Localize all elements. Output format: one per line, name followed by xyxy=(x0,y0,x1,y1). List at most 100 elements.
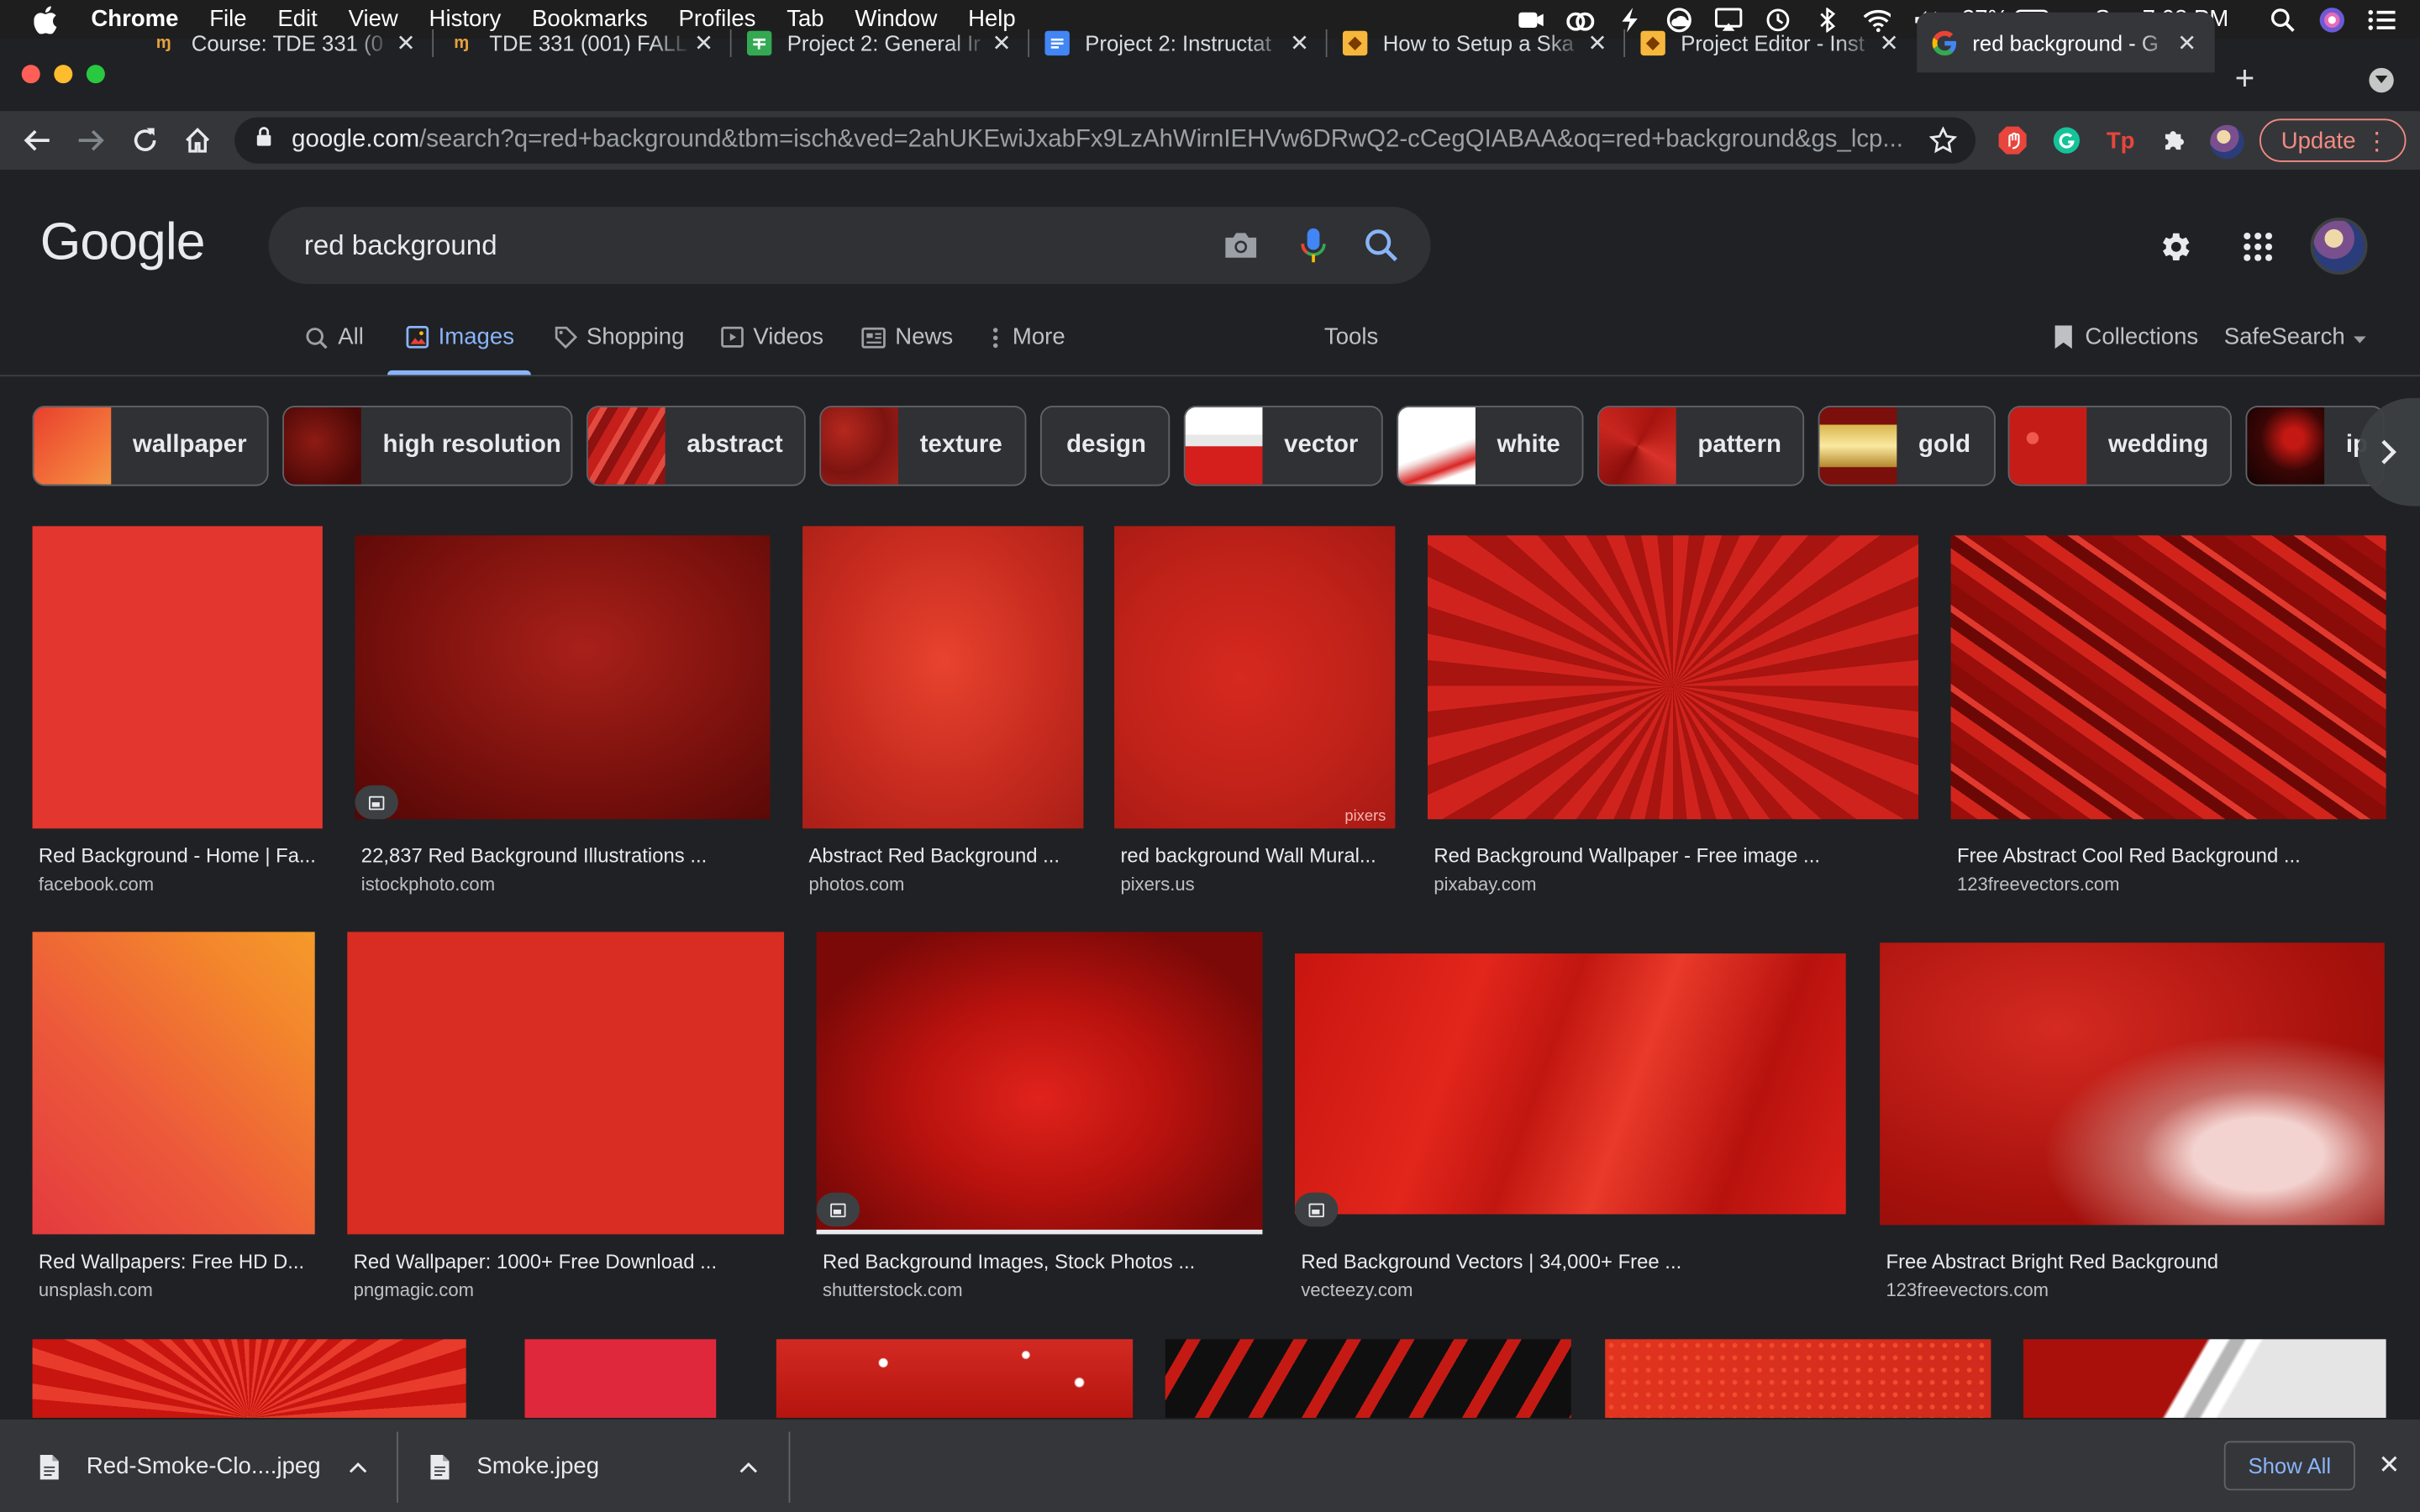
result-thumbnail[interactable] xyxy=(1880,942,2385,1226)
image-result[interactable] xyxy=(776,1339,1134,1418)
update-button[interactable]: Update ⋮ xyxy=(2259,118,2407,162)
tab-course-tde331[interactable]: ɱ Course: TDE 331 (0 ✕ xyxy=(136,13,434,73)
search-icon[interactable] xyxy=(1363,227,1400,264)
nav-tab-images[interactable]: Images xyxy=(404,324,514,350)
google-logo[interactable]: Google xyxy=(40,213,206,273)
image-result[interactable]: Red Wallpapers: Free HD D... unsplash.co… xyxy=(32,932,315,1311)
image-result[interactable] xyxy=(32,1339,466,1418)
close-tab-icon[interactable]: ✕ xyxy=(989,29,1013,56)
result-thumbnail[interactable] xyxy=(1427,535,1919,820)
profile-avatar[interactable] xyxy=(2210,124,2244,160)
result-thumbnail[interactable] xyxy=(776,1339,1134,1418)
collections-link[interactable]: Collections xyxy=(2051,324,2198,350)
chip-high-resolution[interactable]: high resolution xyxy=(282,406,573,486)
image-result[interactable] xyxy=(2023,1339,2386,1418)
new-tab-button[interactable]: + xyxy=(2235,59,2255,99)
image-result[interactable]: 22,837 Red Background Illustrations ... … xyxy=(355,535,771,904)
chip-design[interactable]: design xyxy=(1039,406,1171,486)
result-source[interactable]: vecteezy.com xyxy=(1301,1279,1413,1301)
result-thumbnail[interactable] xyxy=(1605,1339,1991,1418)
settings-gear-icon[interactable] xyxy=(2154,227,2195,267)
result-title[interactable]: Red Background Vectors | 34,000+ Free ..… xyxy=(1301,1250,1845,1273)
image-result[interactable]: Red Wallpaper: 1000+ Free Download ... p… xyxy=(347,932,785,1311)
bookmark-star-icon[interactable] xyxy=(1928,126,1958,162)
result-thumbnail[interactable] xyxy=(1295,953,1846,1215)
close-downloads-icon[interactable]: ✕ xyxy=(2378,1451,2400,1482)
image-result[interactable]: Abstract Red Background ... photos.com xyxy=(802,526,1084,904)
chip-pattern[interactable]: pattern xyxy=(1597,406,1805,486)
result-title[interactable]: Red Background Wallpaper - Free image ..… xyxy=(1434,844,1918,868)
image-result[interactable]: Free Abstract Bright Red Background 123f… xyxy=(1880,942,2385,1311)
chip-wedding[interactable]: wedding xyxy=(2007,406,2232,486)
nav-tab-news[interactable]: News xyxy=(861,324,953,350)
grammarly-extension-icon[interactable] xyxy=(2051,125,2082,156)
close-tab-icon[interactable]: ✕ xyxy=(2175,29,2199,56)
result-title[interactable]: Free Abstract Cool Red Background ... xyxy=(1957,844,2386,868)
result-title[interactable]: Red Wallpapers: Free HD D... xyxy=(39,1250,315,1273)
nav-tab-videos[interactable]: Videos xyxy=(719,324,823,350)
close-tab-icon[interactable]: ✕ xyxy=(1876,29,1901,56)
result-source[interactable]: shutterstock.com xyxy=(823,1279,963,1301)
result-thumbnail[interactable] xyxy=(1114,526,1396,829)
address-bar[interactable]: google.com/search?q=red+background&tbm=i… xyxy=(234,117,1976,164)
download-item[interactable]: Smoke.jpeg xyxy=(429,1420,784,1512)
nav-tab-shopping[interactable]: Shopping xyxy=(553,324,684,350)
image-result[interactable]: Free Abstract Cool Red Background ... 12… xyxy=(1950,535,2386,904)
image-result[interactable] xyxy=(1605,1339,1991,1418)
result-source[interactable]: pixers.us xyxy=(1120,874,1194,895)
minimize-window-button[interactable] xyxy=(54,65,73,84)
account-avatar[interactable] xyxy=(2310,217,2368,275)
tab-project2-instructions[interactable]: Project 2: Instructat ✕ xyxy=(1029,13,1328,73)
chevron-up-icon[interactable] xyxy=(349,1453,367,1479)
search-input[interactable] xyxy=(303,228,1169,262)
image-result[interactable]: Red Background Images, Stock Photos ... … xyxy=(816,932,1263,1311)
result-source[interactable]: 123freevectors.com xyxy=(1886,1279,2049,1301)
result-source[interactable]: photos.com xyxy=(808,874,904,895)
result-source[interactable]: facebook.com xyxy=(39,874,154,895)
result-thumbnail[interactable] xyxy=(32,932,315,1235)
result-thumbnail[interactable] xyxy=(2023,1339,2386,1418)
result-title[interactable]: Red Background - Home | Fa... xyxy=(39,844,323,868)
result-thumbnail[interactable] xyxy=(355,535,771,820)
home-button[interactable] xyxy=(181,123,214,157)
result-thumbnail[interactable] xyxy=(802,526,1084,829)
apple-icon[interactable] xyxy=(34,5,65,34)
siri-icon[interactable] xyxy=(2318,7,2346,32)
result-title[interactable]: 22,837 Red Background Illustrations ... xyxy=(361,844,771,868)
tab-red-background[interactable]: red background - G ✕ xyxy=(1917,12,2215,73)
close-window-button[interactable] xyxy=(21,65,40,84)
chip-wallpaper[interactable]: wallpaper xyxy=(32,406,269,486)
image-result[interactable] xyxy=(1165,1339,1571,1418)
result-thumbnail[interactable] xyxy=(32,526,323,829)
tab-project-editor[interactable]: ◆ Project Editor - Inst ✕ xyxy=(1625,13,1917,73)
apps-grid-icon[interactable] xyxy=(2238,227,2278,267)
download-item[interactable]: Red-Smoke-Clo....jpeg xyxy=(39,1420,393,1512)
tab-how-to-setup[interactable]: ◆ How to Setup a Ska ✕ xyxy=(1328,13,1626,73)
result-thumbnail[interactable] xyxy=(347,932,785,1235)
image-result[interactable] xyxy=(524,1339,717,1418)
back-button[interactable] xyxy=(20,123,54,157)
result-source[interactable]: 123freevectors.com xyxy=(1957,874,2120,895)
reload-button[interactable] xyxy=(128,123,161,157)
extensions-puzzle-icon[interactable] xyxy=(2160,125,2191,156)
image-result[interactable]: Red Background - Home | Fa... facebook.c… xyxy=(32,526,323,904)
result-thumbnail[interactable] xyxy=(32,1339,466,1418)
image-result[interactable]: Red Background Vectors | 34,000+ Free ..… xyxy=(1295,953,1846,1311)
chip-vector[interactable]: vector xyxy=(1183,406,1383,486)
adblock-extension-icon[interactable] xyxy=(1997,125,2028,156)
camera-search-icon[interactable] xyxy=(1223,227,1260,264)
result-source[interactable]: istockphoto.com xyxy=(361,874,495,895)
close-tab-icon[interactable]: ✕ xyxy=(1585,29,1609,56)
microphone-icon[interactable] xyxy=(1295,227,1332,264)
result-title[interactable]: Free Abstract Bright Red Background xyxy=(1886,1250,2384,1273)
tab-tde331-fall[interactable]: ɱ TDE 331 (001) FALL ✕ xyxy=(434,13,732,73)
result-thumbnail[interactable] xyxy=(816,932,1263,1235)
result-thumbnail[interactable] xyxy=(1950,535,2386,820)
result-title[interactable]: Abstract Red Background ... xyxy=(808,844,1083,868)
close-tab-icon[interactable]: ✕ xyxy=(1287,29,1312,56)
nav-tools[interactable]: Tools xyxy=(1324,324,1378,350)
chip-gold[interactable]: gold xyxy=(1818,406,1996,486)
show-all-downloads-button[interactable]: Show All xyxy=(2223,1441,2355,1491)
result-thumbnail[interactable] xyxy=(1165,1339,1571,1418)
spotlight-icon[interactable] xyxy=(2269,7,2296,32)
